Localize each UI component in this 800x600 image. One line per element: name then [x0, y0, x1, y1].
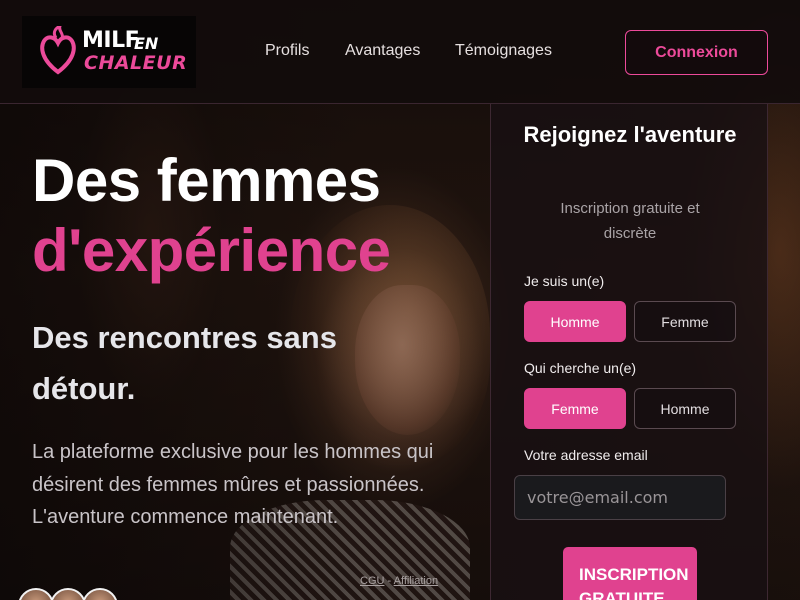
iam-option-femme[interactable]: Femme	[634, 301, 736, 342]
nav-link-profils[interactable]: Profils	[265, 42, 309, 60]
iam-option-homme[interactable]: Homme	[524, 301, 626, 342]
logo-text-en: EN	[134, 34, 159, 53]
cgu-link[interactable]: CGU	[360, 575, 384, 587]
footer-links: CGU - Affiliation	[360, 575, 438, 587]
hero-description: La plateforme exclusive pour les hommes …	[32, 441, 434, 528]
signup-subtitle: Inscription gratuite et discrète	[560, 200, 700, 242]
seek-label: Qui cherche un(e)	[524, 360, 637, 376]
footer-separator: -	[387, 575, 392, 587]
nav-link-temoignages[interactable]: Témoignages	[455, 42, 552, 60]
signup-title: Rejoignez l'aventure	[523, 122, 737, 147]
login-button[interactable]: Connexion	[625, 30, 768, 75]
hero-title-line2: d'expérience	[32, 217, 391, 284]
logo-text-milf: MILF	[82, 28, 140, 53]
logo-text-chaleur: CHALEUR	[84, 52, 188, 74]
affiliation-link[interactable]: Affiliation	[394, 575, 438, 587]
seek-option-homme[interactable]: Homme	[634, 388, 736, 429]
site-header: MILF EN CHALEUR Profils Avantages Témoig…	[0, 0, 800, 104]
signup-panel: Rejoignez l'aventure Inscription gratuit…	[490, 104, 768, 600]
seek-option-femme[interactable]: Femme	[524, 388, 626, 429]
flame-heart-icon	[40, 26, 76, 75]
hero-subtitle: Des rencontres sans détour.	[32, 320, 337, 406]
email-input[interactable]	[514, 475, 726, 520]
nav-link-avantages[interactable]: Avantages	[345, 42, 420, 60]
signup-submit-button[interactable]: INSCRIPTION GRATUITE	[563, 547, 697, 600]
iam-label: Je suis un(e)	[524, 273, 605, 289]
email-label: Votre adresse email	[524, 447, 648, 463]
site-logo[interactable]: MILF EN CHALEUR	[22, 16, 196, 88]
hero-title-line1: Des femmes	[32, 147, 381, 214]
